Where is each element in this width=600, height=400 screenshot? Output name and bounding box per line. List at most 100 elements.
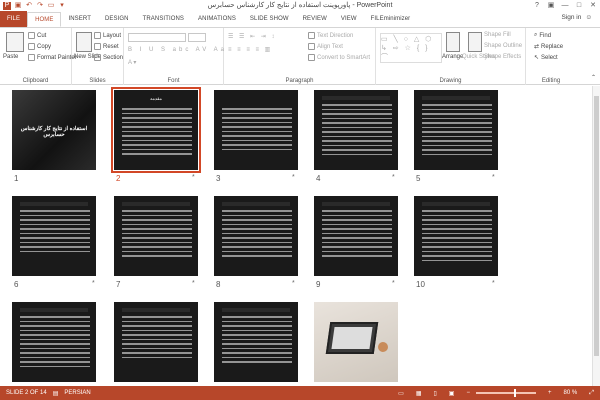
slide-thumbnail-2[interactable]: مقدمه bbox=[111, 87, 201, 173]
align-buttons[interactable]: ≡ ≡ ≡ ≡ ▥ bbox=[228, 46, 272, 53]
fit-to-window-icon[interactable]: ⤢ bbox=[589, 390, 594, 397]
transition-star-icon[interactable]: * bbox=[192, 174, 195, 181]
tab-view[interactable]: VIEW bbox=[334, 12, 364, 27]
shapes-gallery[interactable]: ▭ ╲ ○ △ ⬡ ↳ ⇨ ☆ { } ⌒ bbox=[380, 33, 442, 63]
tab-slide-show[interactable]: SLIDE SHOW bbox=[243, 12, 296, 27]
zoom-in-icon[interactable]: + bbox=[548, 390, 552, 396]
paste-button[interactable]: Paste bbox=[3, 54, 18, 60]
align-text-button[interactable]: Align Text bbox=[308, 43, 343, 50]
layout-button[interactable]: Layout bbox=[94, 32, 121, 39]
slide-thumbnail-13[interactable] bbox=[214, 302, 298, 382]
paragraph-group: ☰ ☰ ⇤ ⇥ ↕ ≡ ≡ ≡ ≡ ▥ Text Direction Align… bbox=[224, 28, 376, 85]
font-color-button[interactable]: A ▾ bbox=[128, 59, 136, 66]
font-format-buttons[interactable]: B I U S abc AV Aa bbox=[128, 47, 227, 53]
find-button[interactable]: ⌕ Find bbox=[534, 32, 551, 39]
slide-thumbnail-7[interactable] bbox=[114, 196, 198, 276]
normal-view-icon[interactable]: ▭ bbox=[398, 390, 404, 397]
slide-2-title: مقدمه bbox=[150, 96, 162, 101]
transition-star-icon[interactable]: * bbox=[492, 174, 495, 181]
transition-star-icon[interactable]: * bbox=[492, 280, 495, 287]
slide-thumbnail-4[interactable] bbox=[314, 90, 398, 170]
text-direction-button[interactable]: Text Direction bbox=[308, 32, 353, 39]
close-button[interactable]: ✕ bbox=[586, 0, 600, 12]
sign-in-link[interactable]: Sign in bbox=[561, 14, 581, 21]
tab-fileminimizer[interactable]: FILEminimizer bbox=[364, 12, 418, 27]
tab-design[interactable]: DESIGN bbox=[98, 12, 136, 27]
section-button[interactable]: Section bbox=[94, 54, 123, 61]
zoom-level[interactable]: 80 % bbox=[564, 390, 578, 396]
shape-fill-button[interactable]: Shape Fill bbox=[484, 32, 511, 38]
new-slide-icon[interactable] bbox=[76, 32, 92, 52]
slideshow-view-icon[interactable]: ▣ bbox=[449, 390, 455, 397]
window-controls: ? ▣ — □ ✕ bbox=[530, 0, 600, 12]
language-indicator[interactable]: PERSIAN bbox=[64, 390, 90, 396]
smartart-icon bbox=[308, 54, 315, 61]
tab-transitions[interactable]: TRANSITIONS bbox=[136, 12, 191, 27]
slide-11-header bbox=[20, 308, 88, 312]
reading-view-icon[interactable]: ▯ bbox=[433, 390, 436, 397]
window-title: پاورپوینت استفاده از نتایج کار کارشناس ح… bbox=[207, 2, 393, 9]
drawing-group-label: Drawing bbox=[439, 78, 462, 84]
sign-in-area[interactable]: Sign in ☺ bbox=[561, 14, 592, 21]
align-text-icon bbox=[308, 43, 315, 50]
slide-thumbnail-6[interactable] bbox=[12, 196, 96, 276]
convert-smartart-button[interactable]: Convert to SmartArt bbox=[308, 54, 370, 61]
select-button[interactable]: ↖ Select bbox=[534, 54, 558, 62]
help-icon[interactable]: ? bbox=[530, 0, 544, 12]
paste-icon[interactable] bbox=[6, 32, 24, 52]
copy-button[interactable]: Copy bbox=[28, 43, 51, 50]
transition-star-icon[interactable]: * bbox=[392, 280, 395, 287]
tab-home[interactable]: HOME bbox=[27, 12, 62, 27]
slide-thumbnail-9[interactable] bbox=[314, 196, 398, 276]
font-group: B I U S abc AV Aa A ▾ Font bbox=[124, 28, 224, 85]
spelling-icon[interactable]: ▤ bbox=[53, 390, 59, 397]
font-size-box[interactable] bbox=[188, 33, 206, 42]
transition-star-icon[interactable]: * bbox=[392, 174, 395, 181]
scissors-icon bbox=[28, 32, 35, 39]
slides-group-label: Slides bbox=[89, 78, 106, 84]
slide-thumbnail-3[interactable] bbox=[214, 90, 298, 170]
reset-button[interactable]: Reset bbox=[94, 43, 119, 50]
smiley-icon[interactable]: ☺ bbox=[585, 14, 592, 21]
tab-file[interactable]: FILE bbox=[0, 11, 28, 27]
tab-insert[interactable]: INSERT bbox=[61, 12, 98, 27]
slide-thumbnail-14[interactable] bbox=[314, 302, 398, 382]
transition-star-icon[interactable]: * bbox=[92, 280, 95, 287]
list-buttons[interactable]: ☰ ☰ ⇤ ⇥ ↕ bbox=[228, 33, 276, 40]
slide-thumbnail-12[interactable] bbox=[114, 302, 198, 382]
shape-effects-button[interactable]: Shape Effects bbox=[484, 54, 521, 60]
shape-outline-button[interactable]: Shape Outline bbox=[484, 43, 522, 49]
tab-review[interactable]: REVIEW bbox=[296, 12, 334, 27]
slide-thumbnail-11[interactable] bbox=[12, 302, 96, 382]
zoom-slider[interactable] bbox=[475, 389, 536, 397]
collapse-ribbon-icon[interactable]: ⌃ bbox=[591, 74, 596, 81]
maximize-button[interactable]: □ bbox=[572, 0, 586, 12]
quick-styles-icon[interactable] bbox=[468, 32, 482, 52]
zoom-out-icon[interactable]: − bbox=[466, 390, 470, 396]
format-painter-button[interactable]: Format Painter bbox=[28, 54, 77, 61]
section-icon bbox=[94, 54, 101, 61]
slide-1-title: استفاده از نتایج کار کارشناس حسابرس bbox=[20, 126, 88, 138]
transition-star-icon[interactable]: * bbox=[192, 280, 195, 287]
drawing-group: ▭ ╲ ○ △ ⬡ ↳ ⇨ ☆ { } ⌒ Arrange Quick Styl… bbox=[376, 28, 526, 85]
arrange-icon[interactable] bbox=[446, 32, 460, 52]
font-name-box[interactable] bbox=[128, 33, 186, 42]
slide-thumbnail-5[interactable] bbox=[414, 90, 498, 170]
replace-button[interactable]: ⇄ Replace bbox=[534, 43, 563, 51]
slide-thumbnail-10[interactable] bbox=[414, 196, 498, 276]
arrange-button[interactable]: Arrange bbox=[442, 54, 463, 60]
slide-number-5: 5 bbox=[416, 174, 421, 183]
slide-thumbnail-8[interactable] bbox=[214, 196, 298, 276]
vertical-scrollbar[interactable] bbox=[592, 86, 600, 386]
transition-star-icon[interactable]: * bbox=[292, 174, 295, 181]
minimize-button[interactable]: — bbox=[558, 0, 572, 12]
slide-number-3: 3 bbox=[216, 174, 221, 183]
slide-6-header bbox=[20, 202, 88, 206]
tab-animations[interactable]: ANIMATIONS bbox=[191, 12, 243, 27]
cut-button[interactable]: Cut bbox=[28, 32, 46, 39]
scrollbar-thumb[interactable] bbox=[594, 96, 599, 356]
slide-thumbnail-1[interactable]: استفاده از نتایج کار کارشناس حسابرس bbox=[12, 90, 96, 170]
transition-star-icon[interactable]: * bbox=[292, 280, 295, 287]
slide-sorter-view-icon[interactable]: ▦ bbox=[416, 390, 422, 397]
ribbon-display-icon[interactable]: ▣ bbox=[544, 0, 558, 12]
